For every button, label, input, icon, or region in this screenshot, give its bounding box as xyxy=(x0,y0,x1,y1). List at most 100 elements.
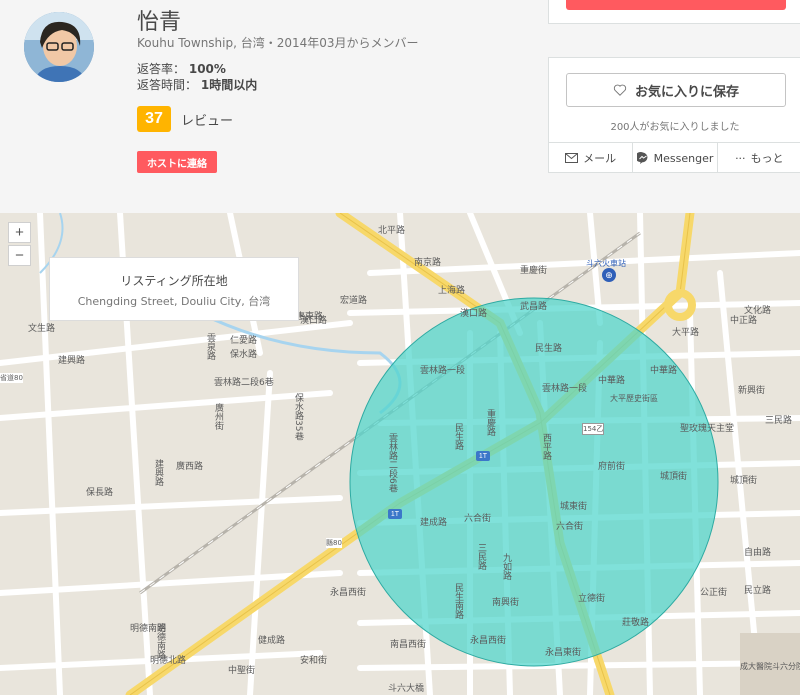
street-label: 公正街 xyxy=(700,588,728,598)
street-label-vertical: 雲泉路 xyxy=(205,333,215,360)
heart-icon xyxy=(613,84,627,96)
street-label-vertical: 西平路 xyxy=(541,433,551,460)
response-time-value: 1時間以内 xyxy=(200,78,258,92)
street-label: 上海路 xyxy=(438,286,466,296)
share-more-label: もっと xyxy=(750,152,784,165)
street-label: 斗六大橋 xyxy=(388,684,425,694)
street-label: 文化路 xyxy=(744,306,772,316)
train-station-icon[interactable]: ⊕ xyxy=(602,268,616,282)
share-more-button[interactable]: ··· もっと xyxy=(718,143,800,173)
zoom-out-button[interactable]: − xyxy=(8,245,31,266)
route-shield-icon: 1T xyxy=(476,451,490,461)
infobox-address: Chengding Street, Douliu City, 台湾 xyxy=(77,295,271,308)
street-label: 保水路 xyxy=(230,350,258,360)
street-label: 北平路 xyxy=(378,226,406,236)
street-label-vertical: 建興路 xyxy=(153,459,163,486)
street-label: 大平路 xyxy=(672,328,700,338)
road-shield: 省道80 xyxy=(0,373,23,383)
street-label: 文生路 xyxy=(28,324,56,334)
route-shield-icon: 1T xyxy=(388,509,402,519)
street-label: 中華路 xyxy=(598,376,626,386)
road-shield: 縣80 xyxy=(326,538,342,548)
host-name: 怡青 xyxy=(137,10,182,35)
street-label: 雲林路二段6巷 xyxy=(214,378,274,388)
street-label-vertical: 民生路 xyxy=(453,423,463,450)
street-label: 中華路 xyxy=(650,366,678,376)
street-label: 宏道路 xyxy=(340,296,368,306)
street-label: 莊敬路 xyxy=(622,618,650,628)
street-label: 成大醫院斗六分院 xyxy=(740,662,800,671)
listing-location-infobox: リスティング所在地 Chengding Street, Douliu City,… xyxy=(49,257,299,321)
share-row: メール Messenger ··· もっと xyxy=(549,142,800,173)
listing-map[interactable]: 北平路 南京路 上海路 武昌路 漢口路 民生路 中正路 大平路 文化路 中華路 … xyxy=(0,213,800,695)
street-label: 三民路 xyxy=(765,416,793,426)
save-to-wishlist-button[interactable]: お気に入りに保存 xyxy=(566,73,786,107)
street-label: 六合街 xyxy=(556,522,584,532)
street-label: 雲林路一段 xyxy=(420,366,466,376)
street-label: 六合街 xyxy=(464,514,492,524)
street-label: 健成路 xyxy=(258,636,286,646)
street-label: 南京路 xyxy=(414,258,442,268)
street-label-vertical: 廣州街 xyxy=(213,403,223,430)
street-label: 仁愛路 xyxy=(230,336,258,346)
street-label: 南昌西街 xyxy=(390,640,427,650)
save-card: お気に入りに保存 200人がお気に入りしました メール Messenger ··… xyxy=(548,57,800,173)
street-label: 立德街 xyxy=(578,594,606,604)
street-label: 民立路 xyxy=(744,586,772,596)
save-count-text: 200人がお気に入りしました xyxy=(610,122,740,133)
zoom-in-button[interactable]: + xyxy=(8,222,31,243)
review-count-badge[interactable]: 37 xyxy=(137,106,171,132)
save-button-label: お気に入りに保存 xyxy=(634,84,739,100)
street-label: 重慶街 xyxy=(520,266,548,276)
host-subtitle: Kouhu Township, 台湾・2014年03月からメンバー xyxy=(137,36,419,50)
contact-host-button[interactable]: ホストに連絡 xyxy=(137,151,217,173)
response-time-row: 返答時間： 1時間以内 xyxy=(137,76,257,93)
street-label: 建興路 xyxy=(58,356,86,366)
review-label[interactable]: レビュー xyxy=(181,110,233,129)
street-label-vertical: 雲林路二段6巷 xyxy=(387,433,397,493)
street-label: 府前街 xyxy=(598,462,626,472)
street-label: 廣西路 xyxy=(176,462,204,472)
street-label: 城頂街 xyxy=(730,476,758,486)
infobox-title: リスティング所在地 xyxy=(120,274,228,288)
street-label: 大平歷史街區 xyxy=(610,394,658,403)
street-label: 漢口路 xyxy=(460,309,488,319)
street-label: 自由路 xyxy=(744,548,772,558)
street-label-vertical: 九如路 xyxy=(501,553,511,580)
response-rate-row: 返答率： 100% xyxy=(137,60,226,77)
messenger-icon xyxy=(636,152,648,164)
response-rate-value: 100% xyxy=(188,62,226,76)
street-label: 永昌西街 xyxy=(330,588,367,598)
street-label: 新興街 xyxy=(738,386,766,396)
mail-icon xyxy=(565,153,579,163)
street-label-vertical: 重慶路 xyxy=(485,409,495,436)
street-label: 武昌路 xyxy=(520,302,548,312)
street-label: 永昌西街 xyxy=(470,636,507,646)
street-label: 惠東路 xyxy=(296,312,324,322)
station-label: 斗六火車站 xyxy=(586,259,626,268)
street-label-vertical: 保水路35巷 xyxy=(293,393,303,441)
response-time-label: 返答時間： xyxy=(137,78,198,92)
book-button-edge[interactable] xyxy=(566,0,786,10)
street-label: 城頂街 xyxy=(660,472,688,482)
share-email-button[interactable]: メール xyxy=(549,143,634,173)
host-avatar[interactable] xyxy=(24,12,94,82)
street-label: 永昌東街 xyxy=(545,648,582,658)
street-label: 聖玫瑰天主堂 xyxy=(680,424,735,434)
street-label: 保長路 xyxy=(86,488,114,498)
street-label: 安和街 xyxy=(300,656,328,666)
road-shield: 154乙 xyxy=(582,423,605,435)
street-label: 城東街 xyxy=(560,502,588,512)
share-messenger-label: Messenger xyxy=(653,151,714,165)
more-icon: ··· xyxy=(735,151,746,165)
share-messenger-button[interactable]: Messenger xyxy=(633,143,718,173)
street-label-vertical: 三民路 xyxy=(476,543,486,570)
street-label: 南興街 xyxy=(492,598,520,608)
street-label-vertical: 明德南路 xyxy=(155,623,165,659)
share-email-label: メール xyxy=(583,152,617,165)
street-label: 中聖街 xyxy=(228,666,256,676)
street-label: 雲林路一段 xyxy=(542,384,588,394)
street-label-vertical: 民生南路 xyxy=(453,583,463,619)
street-label: 建成路 xyxy=(420,518,448,528)
street-label: 民生路 xyxy=(535,344,563,354)
